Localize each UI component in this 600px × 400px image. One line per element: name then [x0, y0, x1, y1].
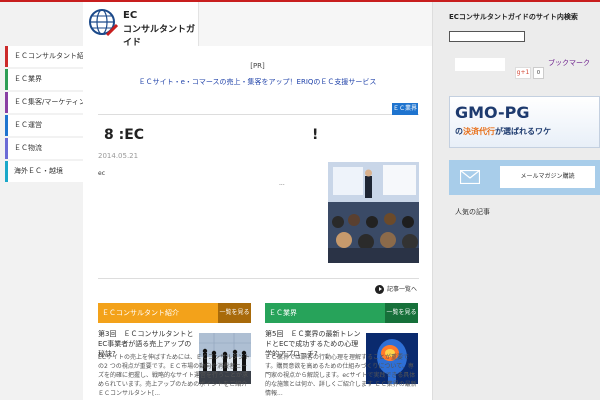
nav-item-marketing[interactable]: ＥＣ集客/マーケティング	[5, 92, 83, 113]
popular-heading: 人気の記事	[455, 208, 490, 216]
category-nav: ＥＣコンサルタント紹介 ＥＣ業界 ＥＣ集客/マーケティング ＥＣ運営 ＥＣ物流 …	[5, 46, 83, 184]
logo-text-ec: EC	[123, 10, 138, 21]
newsletter-box[interactable]: メールマガジン購読	[449, 160, 600, 195]
gplus-button[interactable]: g+1	[515, 67, 531, 79]
article-list-label: 記事一覧へ	[387, 286, 418, 293]
section-header-consultant: ＥＣコンサルタント紹介 一覧を見る	[98, 303, 251, 323]
gplus-count: 0	[533, 67, 544, 79]
search-input[interactable]	[449, 31, 525, 42]
bookmark-link[interactable]: ブックマーク	[548, 58, 590, 68]
sidebar-title: ECコンサルタントガイドのサイト内検索	[449, 13, 578, 21]
play-circle-icon	[375, 285, 384, 294]
banner-subtext: の決済代行が選ばれるワケ	[455, 126, 551, 137]
nav-item-industry[interactable]: ＥＣ業界	[5, 69, 83, 90]
banner-sub-mid: が	[495, 127, 503, 136]
globe-pen-icon	[89, 9, 118, 37]
banner-sub-pre: の	[455, 127, 463, 136]
banner-heading: GMO-PG	[455, 103, 530, 122]
article-ellipsis: ...	[279, 180, 285, 187]
gmo-pg-banner[interactable]: GMO-PG の決済代行が選ばれるワケ	[449, 96, 600, 148]
section-header-industry: ＥＣ業界 一覧を見る	[265, 303, 418, 323]
share-widget[interactable]	[455, 58, 505, 71]
mail-icon	[460, 170, 480, 184]
article-date: 2014.05.21	[98, 152, 139, 160]
right-sidebar: ECコンサルタントガイドのサイト内検索 ブックマーク g+1 0 GMO-PG …	[432, 2, 600, 400]
article-thumbnail[interactable]	[328, 162, 419, 263]
article-category-badge[interactable]: ＥＣ業界	[392, 103, 418, 115]
banner-sub-highlight: 決済代行	[463, 127, 495, 136]
divider	[98, 278, 419, 279]
logo-text-name: コンサルタントガイド	[123, 25, 196, 48]
article-excerpt: ec	[98, 170, 105, 177]
pr-link[interactable]: ＥＣサイト・e・コマースの売上・集客をアップ！ERIQのＥＣ支援サービス	[83, 77, 432, 87]
nav-item-operation[interactable]: ＥＣ運営	[5, 115, 83, 136]
main-content: [PR] ＥＣサイト・e・コマースの売上・集客をアップ！ERIQのＥＣ支援サービ…	[83, 46, 432, 400]
section-title: ＥＣコンサルタント紹介	[102, 309, 179, 317]
section-more-button[interactable]: 一覧を見る	[218, 303, 251, 323]
site-logo[interactable]: EC コンサルタントガイド	[83, 2, 199, 48]
header-strip	[199, 2, 432, 46]
section-more-button[interactable]: 一覧を見る	[385, 303, 418, 323]
nav-item-logistics[interactable]: ＥＣ物流	[5, 138, 83, 159]
nav-item-crossborder[interactable]: 海外ＥＣ・越境	[5, 161, 83, 182]
newsletter-label: メールマガジン購読	[500, 166, 595, 188]
banner-sub-post: 選ばれるワケ	[503, 127, 551, 136]
section-title: ＥＣ業界	[269, 309, 297, 317]
card-excerpt: ECサイトの売上を伸ばすためには、ＥＣコンサルタントの2 つの視点が重要です。Ｅ…	[98, 354, 250, 397]
article-title[interactable]: 8 :EC !	[104, 124, 318, 144]
card-excerpt: ＥＣ業界では顧客の行動心理を理解することが重要です。購買意欲を高めるための仕組み…	[265, 354, 417, 397]
nav-item-consultant[interactable]: ＥＣコンサルタント紹介	[5, 46, 83, 67]
article-list-link[interactable]: 記事一覧へ	[375, 284, 417, 294]
divider	[98, 114, 419, 115]
pr-label: [PR]	[250, 62, 265, 70]
